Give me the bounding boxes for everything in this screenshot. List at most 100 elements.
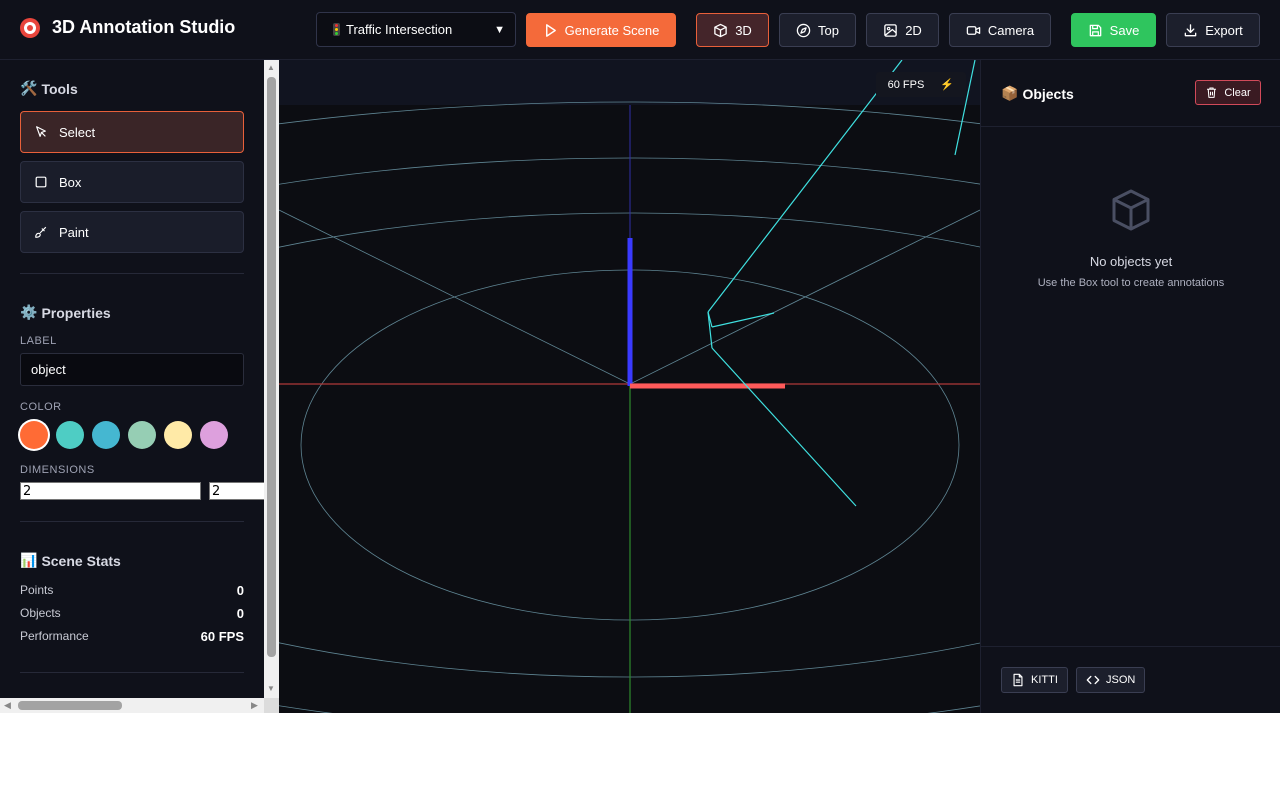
- color-swatch-blue[interactable]: [92, 421, 120, 449]
- brand: 3D Annotation Studio: [20, 17, 235, 38]
- export-json-label: JSON: [1106, 674, 1136, 686]
- tool-select-label: Select: [59, 124, 96, 140]
- view-top-label: Top: [818, 22, 839, 38]
- brush-icon: [35, 226, 47, 238]
- save-label: Save: [1109, 22, 1140, 38]
- color-field-caption: COLOR: [20, 401, 62, 413]
- toolbox-icon: 🛠️: [20, 80, 38, 96]
- color-swatch-sage[interactable]: [128, 421, 156, 449]
- code-icon: [1086, 675, 1100, 685]
- tool-paint-label: Paint: [59, 224, 89, 240]
- divider: [20, 521, 244, 522]
- app-title: 3D Annotation Studio: [52, 17, 236, 37]
- scrollbar-corner: [264, 698, 279, 713]
- export-button[interactable]: Export: [1166, 13, 1260, 47]
- left-sidebar: 🛠️ Tools Select Box Paint ⚙️ Properties …: [0, 60, 264, 698]
- square-icon: [35, 176, 47, 188]
- scene-select-value: Traffic Intersection: [346, 22, 453, 37]
- view-camera-button[interactable]: Camera: [949, 13, 1051, 47]
- stat-performance-row: Performance 60 FPS: [20, 629, 244, 644]
- properties-section-title: ⚙️ Properties: [20, 304, 111, 321]
- compass-icon: [796, 23, 811, 37]
- play-icon: [545, 23, 556, 37]
- color-swatch-orange[interactable]: [20, 421, 48, 449]
- empty-state-subtitle: Use the Box tool to create annotations: [1037, 277, 1225, 289]
- dimension-width-input[interactable]: 2: [20, 482, 201, 500]
- view-3d-label: 3D: [735, 22, 752, 38]
- floppy-disk-icon: [1089, 24, 1101, 36]
- dimension-length-input[interactable]: 2: [209, 482, 264, 500]
- clear-label: Clear: [1224, 86, 1251, 99]
- tool-select[interactable]: Select: [20, 111, 244, 153]
- view-camera-label: Camera: [987, 22, 1035, 38]
- scroll-down-arrow-icon[interactable]: ▼: [267, 684, 275, 693]
- traffic-light-icon: [333, 23, 340, 36]
- camera-frustum: [707, 60, 976, 507]
- clear-objects-button[interactable]: Clear: [1195, 80, 1261, 105]
- export-kitti-label: KITTI: [1031, 674, 1058, 686]
- gear-icon: ⚙️: [20, 304, 38, 320]
- image-icon: [884, 23, 897, 37]
- scroll-left-arrow-icon[interactable]: ◀: [4, 700, 11, 711]
- top-header: 3D Annotation Studio Traffic Intersectio…: [0, 0, 1280, 60]
- view-3d-button[interactable]: 3D: [696, 13, 769, 47]
- empty-cube-icon: [1112, 189, 1150, 231]
- target-icon: [20, 17, 40, 38]
- export-kitti-button[interactable]: KITTI: [1001, 667, 1068, 693]
- export-label: Export: [1205, 22, 1243, 38]
- stat-points-row: Points 0: [20, 583, 244, 598]
- color-swatch-plum[interactable]: [200, 421, 228, 449]
- objects-panel-header: 📦 Objects Clear: [981, 60, 1280, 127]
- objects-panel-footer: KITTI JSON: [981, 646, 1280, 713]
- stat-points-label: Points: [20, 583, 54, 597]
- divider: [20, 672, 244, 673]
- scroll-right-arrow-icon[interactable]: ▶: [251, 700, 258, 711]
- stats-section-title: 📊 Scene Stats: [20, 552, 121, 569]
- scene-select[interactable]: Traffic Intersection ▼: [316, 12, 516, 47]
- package-icon: 📦: [1001, 85, 1019, 101]
- objects-title: 📦 Objects: [1001, 85, 1074, 102]
- tools-section-title: 🛠️ Tools: [20, 80, 78, 97]
- tool-paint[interactable]: Paint: [20, 211, 244, 253]
- view-2d-label: 2D: [905, 22, 922, 38]
- color-swatch-teal[interactable]: [56, 421, 84, 449]
- cube-icon: [714, 23, 727, 37]
- label-field-caption: LABEL: [20, 335, 57, 347]
- scroll-up-arrow-icon[interactable]: ▲: [267, 63, 275, 72]
- tool-box-label: Box: [59, 174, 82, 190]
- color-swatch-yellow[interactable]: [164, 421, 192, 449]
- scrollbar-thumb[interactable]: [18, 701, 122, 710]
- lightning-icon: ⚡: [940, 79, 954, 91]
- sidebar-vertical-scrollbar[interactable]: ▲ ▼: [264, 60, 279, 698]
- chevron-down-icon: ▼: [494, 23, 505, 36]
- stat-objects-value: 0: [236, 606, 244, 621]
- stat-objects-label: Objects: [20, 606, 61, 620]
- generate-scene-button[interactable]: Generate Scene: [526, 13, 676, 47]
- 3d-viewport[interactable]: 60 FPS ⚡: [279, 60, 980, 713]
- empty-state-title: No objects yet: [1089, 254, 1173, 269]
- stat-performance-label: Performance: [20, 629, 89, 643]
- trash-icon: [1207, 87, 1217, 98]
- pointer-icon: [36, 126, 46, 137]
- save-button[interactable]: Save: [1071, 13, 1156, 47]
- generate-scene-label: Generate Scene: [564, 22, 660, 38]
- fps-value: 60 FPS: [887, 78, 925, 91]
- video-camera-icon: [966, 25, 981, 35]
- export-json-button[interactable]: JSON: [1076, 667, 1146, 693]
- stat-points-value: 0: [236, 583, 244, 598]
- scrollbar-thumb[interactable]: [267, 77, 276, 657]
- scene-canvas[interactable]: [279, 60, 980, 713]
- view-2d-button[interactable]: 2D: [866, 13, 939, 47]
- viewport-top-band: [279, 60, 980, 105]
- objects-panel: 📦 Objects Clear No objects yet Use the B…: [980, 60, 1280, 713]
- download-icon: [1184, 23, 1197, 36]
- label-input[interactable]: object: [20, 353, 244, 386]
- file-icon: [1013, 673, 1023, 687]
- view-top-button[interactable]: Top: [779, 13, 856, 47]
- stat-objects-row: Objects 0: [20, 606, 244, 621]
- sidebar-horizontal-scrollbar[interactable]: ◀ ▶: [0, 698, 264, 713]
- dimensions-field-caption: DIMENSIONS: [20, 464, 95, 476]
- fps-badge: 60 FPS ⚡: [875, 72, 966, 97]
- tool-box[interactable]: Box: [20, 161, 244, 203]
- divider: [20, 273, 244, 274]
